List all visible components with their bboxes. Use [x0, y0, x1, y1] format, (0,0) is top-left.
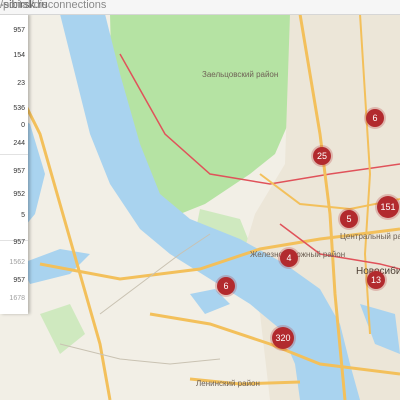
stat-value: 536 — [13, 105, 25, 112]
stat-value: 0 — [21, 122, 25, 129]
disconnection-marker[interactable]: 4 — [280, 249, 298, 267]
disconnection-marker[interactable]: 151 — [377, 196, 399, 218]
stat-value: 957 — [13, 277, 25, 284]
stats-card: 957 154 23 536 0 244 — [0, 14, 28, 155]
disconnection-marker[interactable]: 320 — [272, 327, 294, 349]
stats-card: 957 1562 957 1678 — [0, 239, 28, 314]
stat-value: 952 — [13, 191, 25, 198]
stats-card: 957 952 5 — [0, 158, 28, 241]
map-canvas[interactable] — [0, 14, 400, 400]
stat-value: 1562 — [9, 259, 25, 266]
disconnection-marker[interactable]: 6 — [366, 109, 384, 127]
stat-value: 957 — [13, 168, 25, 175]
stat-value: 957 — [13, 27, 25, 34]
map-view[interactable]: Заельцовский район Центральный район Жел… — [0, 14, 400, 400]
stat-value: 244 — [13, 140, 25, 147]
stat-value: 23 — [17, 80, 25, 87]
district-label-centralny: Центральный район — [340, 232, 400, 241]
disconnection-marker[interactable]: 5 — [340, 210, 358, 228]
stat-value: 957 — [13, 239, 25, 246]
district-label-leninsky: Ленинский район — [196, 379, 260, 388]
stats-sidebar: 957 154 23 536 0 244 957 952 5 957 1562 … — [0, 14, 28, 314]
stat-value: 5 — [21, 212, 25, 219]
disconnection-marker[interactable]: 13 — [367, 271, 385, 289]
stat-value: 1678 — [9, 295, 25, 302]
district-label-zaeltsovsky: Заельцовский район — [202, 70, 279, 79]
disconnection-marker[interactable]: 6 — [217, 277, 235, 295]
address-bar[interactable]: -sibirsk.ru/portal/disconnections — [0, 0, 400, 15]
disconnection-marker[interactable]: 25 — [313, 147, 331, 165]
stat-value: 154 — [13, 52, 25, 59]
